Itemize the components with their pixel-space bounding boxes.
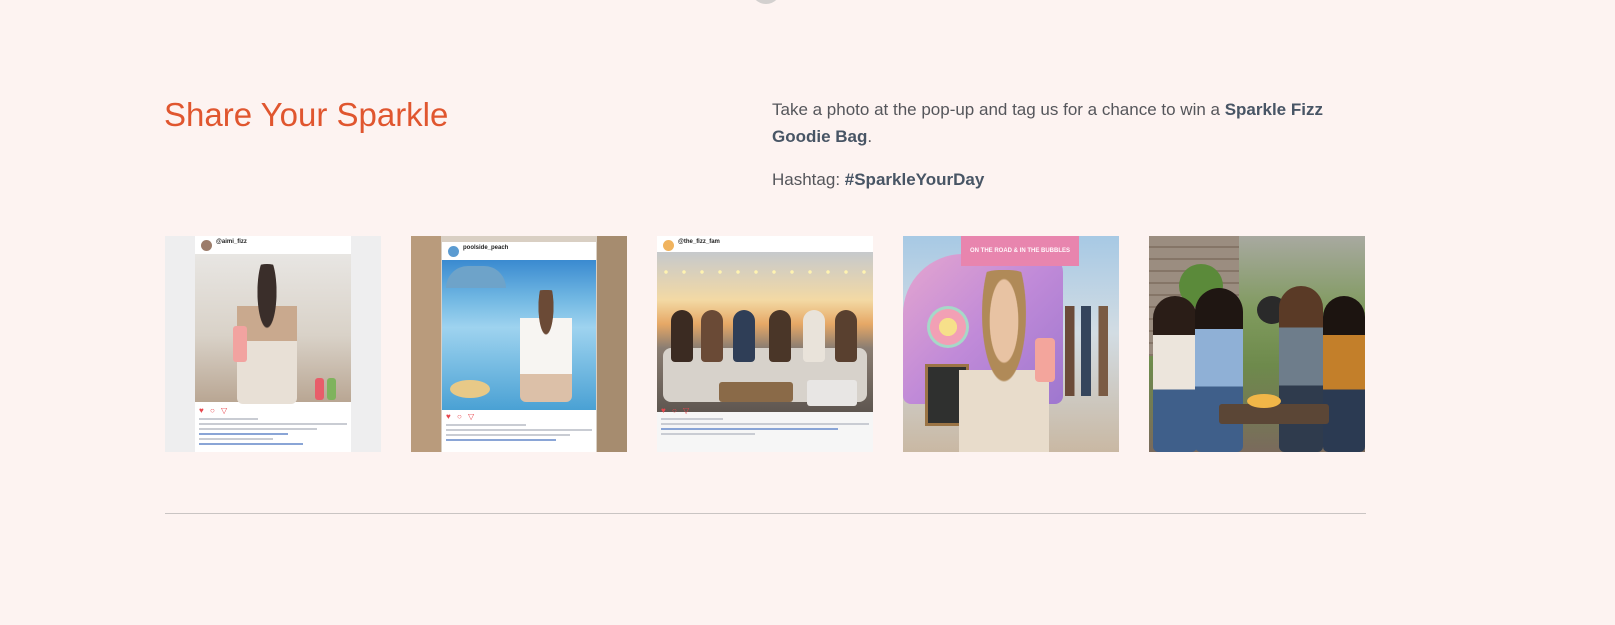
hashtag-line: Hashtag: #SparkleYourDay xyxy=(772,170,985,189)
post-caption xyxy=(199,418,347,448)
post-photo xyxy=(657,252,873,412)
gallery-photo-3[interactable]: @the_fizz_fam ♥ ○ ▽ xyxy=(657,236,873,452)
gallery-photo-5[interactable] xyxy=(1149,236,1365,452)
gallery-photo-4[interactable]: ON THE ROAD & IN THE BUBBLES xyxy=(903,236,1119,452)
heart-icon: ♥ ○ ▽ xyxy=(199,406,230,415)
avatar xyxy=(448,246,459,257)
post-username: @aimi_fizz xyxy=(216,239,247,245)
truck-banner: ON THE ROAD & IN THE BUBBLES xyxy=(961,236,1079,266)
instagram-post: @aimi_fizz ♥ ○ ▽ xyxy=(195,236,351,452)
avatar xyxy=(201,240,212,251)
post-username: @the_fizz_fam xyxy=(678,239,720,245)
gallery-photo-1[interactable]: @aimi_fizz ♥ ○ ▽ xyxy=(165,236,381,452)
photo-gallery: @aimi_fizz ♥ ○ ▽ poolside_peach ♥ ○ ▽ @t… xyxy=(165,236,1365,452)
post-caption xyxy=(446,424,592,444)
section-intro: Take a photo at the pop-up and tag us fo… xyxy=(772,96,1332,193)
can-icon xyxy=(1035,338,1055,382)
heart-icon: ♥ ○ ▽ xyxy=(661,406,692,415)
post-photo xyxy=(442,260,596,410)
gallery-photo-2[interactable]: poolside_peach ♥ ○ ▽ xyxy=(411,236,627,452)
instagram-post: poolside_peach ♥ ○ ▽ xyxy=(442,242,596,452)
contest-description: Take a photo at the pop-up and tag us fo… xyxy=(772,100,1323,146)
scroll-indicator xyxy=(751,0,781,4)
avatar xyxy=(663,240,674,251)
section-title: Share Your Sparkle xyxy=(164,96,449,133)
section-divider xyxy=(165,513,1366,514)
heart-icon: ♥ ○ ▽ xyxy=(446,412,477,421)
hashtag: #SparkleYourDay xyxy=(844,170,985,189)
post-caption xyxy=(661,418,869,438)
post-photo xyxy=(195,254,351,404)
post-username: poolside_peach xyxy=(463,245,509,251)
can-icon xyxy=(233,326,247,362)
